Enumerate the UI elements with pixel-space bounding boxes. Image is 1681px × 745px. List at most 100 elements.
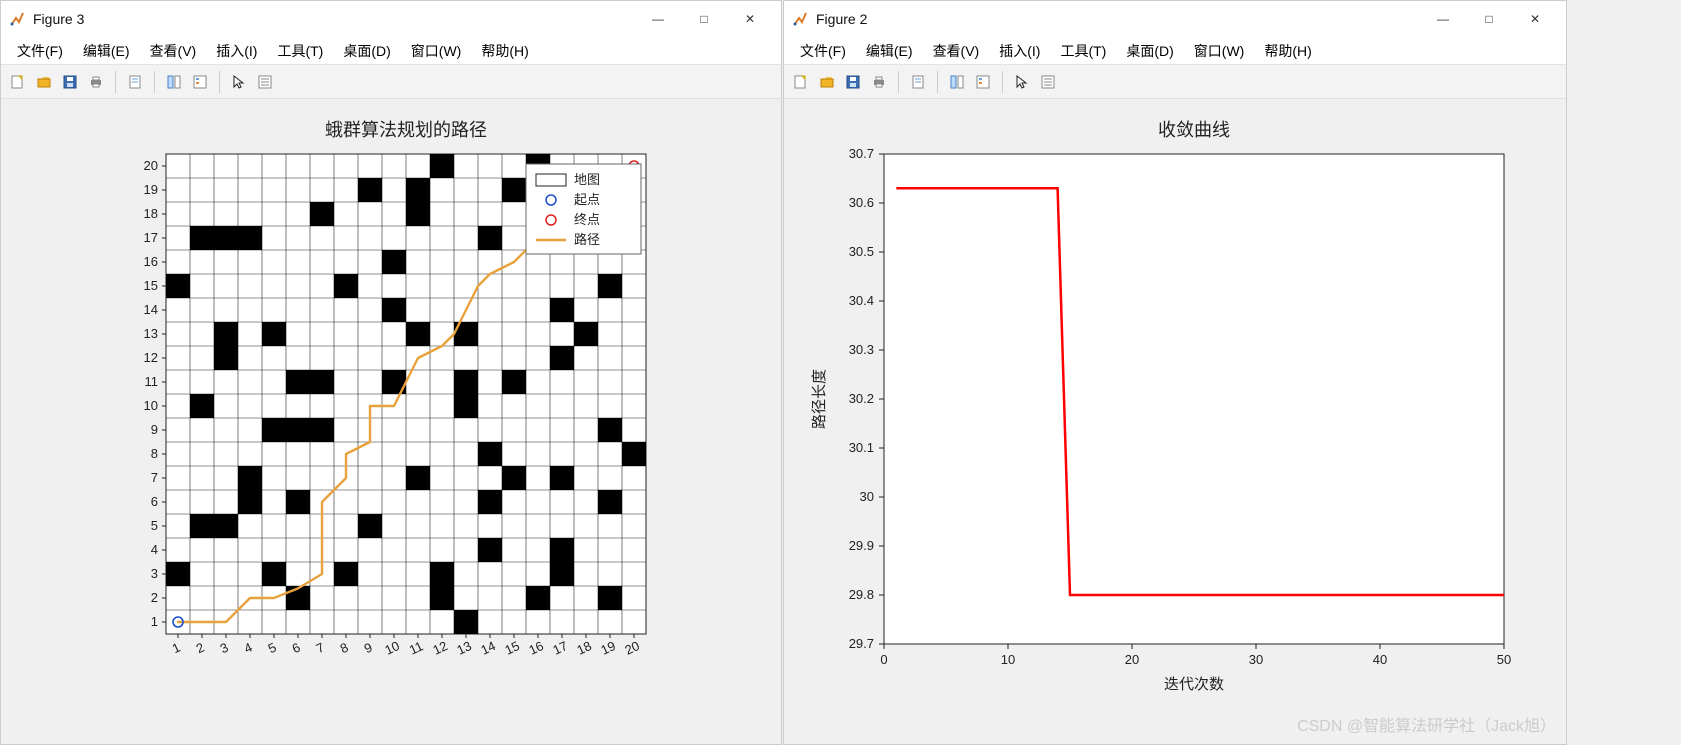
svg-text:7: 7 <box>151 470 158 485</box>
print-icon[interactable] <box>868 71 890 93</box>
svg-text:29.7: 29.7 <box>849 636 874 651</box>
svg-text:50: 50 <box>1497 652 1511 667</box>
svg-text:30.4: 30.4 <box>849 293 874 308</box>
svg-text:30.7: 30.7 <box>849 146 874 161</box>
svg-text:3: 3 <box>151 566 158 581</box>
maximize-button[interactable]: □ <box>1466 1 1512 37</box>
insert-legend-icon[interactable] <box>189 71 211 93</box>
open-icon[interactable] <box>816 71 838 93</box>
svg-text:地图: 地图 <box>574 172 600 187</box>
svg-text:29.9: 29.9 <box>849 538 874 553</box>
svg-text:路径: 路径 <box>574 232 600 247</box>
svg-text:14: 14 <box>144 302 158 317</box>
window-title: Figure 3 <box>33 11 84 27</box>
svg-text:18: 18 <box>574 638 593 658</box>
save-icon[interactable] <box>59 71 81 93</box>
svg-text:0: 0 <box>880 652 887 667</box>
pointer-icon[interactable] <box>1011 71 1033 93</box>
menu-desktop[interactable]: 桌面(D) <box>333 39 400 63</box>
svg-text:16: 16 <box>144 254 158 269</box>
save-icon[interactable] <box>842 71 864 93</box>
menu-view[interactable]: 查看(V) <box>140 39 207 63</box>
minimize-button[interactable]: — <box>1420 1 1466 37</box>
page-setup-icon[interactable] <box>124 71 146 93</box>
close-button[interactable]: ✕ <box>1512 1 1558 37</box>
matlab-icon <box>9 10 27 28</box>
svg-text:14: 14 <box>478 638 497 658</box>
menu-tools[interactable]: 工具(T) <box>1050 39 1116 63</box>
link-axes-icon[interactable] <box>946 71 968 93</box>
svg-text:19: 19 <box>598 638 617 658</box>
grid-path-chart: 蛾群算法规划的路径1234567891011121314151617181920… <box>1 99 781 744</box>
menu-view[interactable]: 查看(V) <box>923 39 990 63</box>
menu-file[interactable]: 文件(F) <box>790 39 856 63</box>
svg-text:12: 12 <box>430 638 449 658</box>
svg-text:7: 7 <box>314 640 327 657</box>
svg-text:6: 6 <box>290 640 303 657</box>
svg-text:17: 17 <box>144 230 158 245</box>
figure-window-3: Figure 3 — □ ✕ 文件(F) 编辑(E) 查看(V) 插入(I) 工… <box>0 0 782 745</box>
new-icon[interactable] <box>790 71 812 93</box>
svg-text:10: 10 <box>144 398 158 413</box>
svg-text:30: 30 <box>860 489 874 504</box>
svg-text:终点: 终点 <box>574 212 600 227</box>
svg-text:30.3: 30.3 <box>849 342 874 357</box>
print-icon[interactable] <box>85 71 107 93</box>
svg-text:2: 2 <box>194 640 207 657</box>
close-button[interactable]: ✕ <box>727 1 773 37</box>
svg-text:19: 19 <box>144 182 158 197</box>
svg-text:路径长度: 路径长度 <box>811 369 828 429</box>
svg-text:17: 17 <box>550 638 569 658</box>
menu-tools[interactable]: 工具(T) <box>267 39 333 63</box>
svg-text:8: 8 <box>151 446 158 461</box>
svg-text:6: 6 <box>151 494 158 509</box>
new-icon[interactable] <box>7 71 29 93</box>
svg-text:40: 40 <box>1373 652 1387 667</box>
svg-text:5: 5 <box>151 518 158 533</box>
page-setup-icon[interactable] <box>907 71 929 93</box>
svg-text:10: 10 <box>1001 652 1015 667</box>
menu-help[interactable]: 帮助(H) <box>1254 39 1321 63</box>
svg-text:起点: 起点 <box>574 192 600 207</box>
open-icon[interactable] <box>33 71 55 93</box>
link-axes-icon[interactable] <box>163 71 185 93</box>
menu-insert[interactable]: 插入(I) <box>206 39 267 63</box>
svg-text:15: 15 <box>502 638 521 658</box>
menu-insert[interactable]: 插入(I) <box>989 39 1050 63</box>
svg-text:30.1: 30.1 <box>849 440 874 455</box>
figure-body-left: 蛾群算法规划的路径1234567891011121314151617181920… <box>1 99 781 744</box>
svg-text:收敛曲线: 收敛曲线 <box>1158 120 1230 140</box>
titlebar: Figure 2 — □ ✕ <box>784 1 1566 37</box>
window-title: Figure 2 <box>816 11 867 27</box>
svg-text:9: 9 <box>151 422 158 437</box>
menu-file[interactable]: 文件(F) <box>7 39 73 63</box>
svg-text:8: 8 <box>338 640 351 657</box>
figure-body-right: 收敛曲线0102030405029.729.829.93030.130.230.… <box>784 99 1566 744</box>
convergence-chart: 收敛曲线0102030405029.729.829.93030.130.230.… <box>784 99 1566 744</box>
menu-edit[interactable]: 编辑(E) <box>856 39 923 63</box>
titlebar: Figure 3 — □ ✕ <box>1 1 781 37</box>
svg-text:12: 12 <box>144 350 158 365</box>
figure-window-2: Figure 2 — □ ✕ 文件(F) 编辑(E) 查看(V) 插入(I) 工… <box>783 0 1567 745</box>
menu-desktop[interactable]: 桌面(D) <box>1116 39 1183 63</box>
menu-help[interactable]: 帮助(H) <box>471 39 538 63</box>
svg-text:蛾群算法规划的路径: 蛾群算法规划的路径 <box>325 120 487 140</box>
properties-icon[interactable] <box>254 71 276 93</box>
svg-text:4: 4 <box>242 640 255 657</box>
svg-text:10: 10 <box>382 638 401 658</box>
svg-text:迭代次数: 迭代次数 <box>1164 676 1224 693</box>
minimize-button[interactable]: — <box>635 1 681 37</box>
svg-text:1: 1 <box>170 640 183 657</box>
matlab-icon <box>792 10 810 28</box>
insert-legend-icon[interactable] <box>972 71 994 93</box>
menu-window[interactable]: 窗口(W) <box>1184 39 1255 63</box>
maximize-button[interactable]: □ <box>681 1 727 37</box>
toolbar <box>784 65 1566 99</box>
svg-text:9: 9 <box>362 640 375 657</box>
svg-text:13: 13 <box>144 326 158 341</box>
menu-edit[interactable]: 编辑(E) <box>73 39 140 63</box>
menu-window[interactable]: 窗口(W) <box>401 39 472 63</box>
svg-text:20: 20 <box>1125 652 1139 667</box>
properties-icon[interactable] <box>1037 71 1059 93</box>
pointer-icon[interactable] <box>228 71 250 93</box>
